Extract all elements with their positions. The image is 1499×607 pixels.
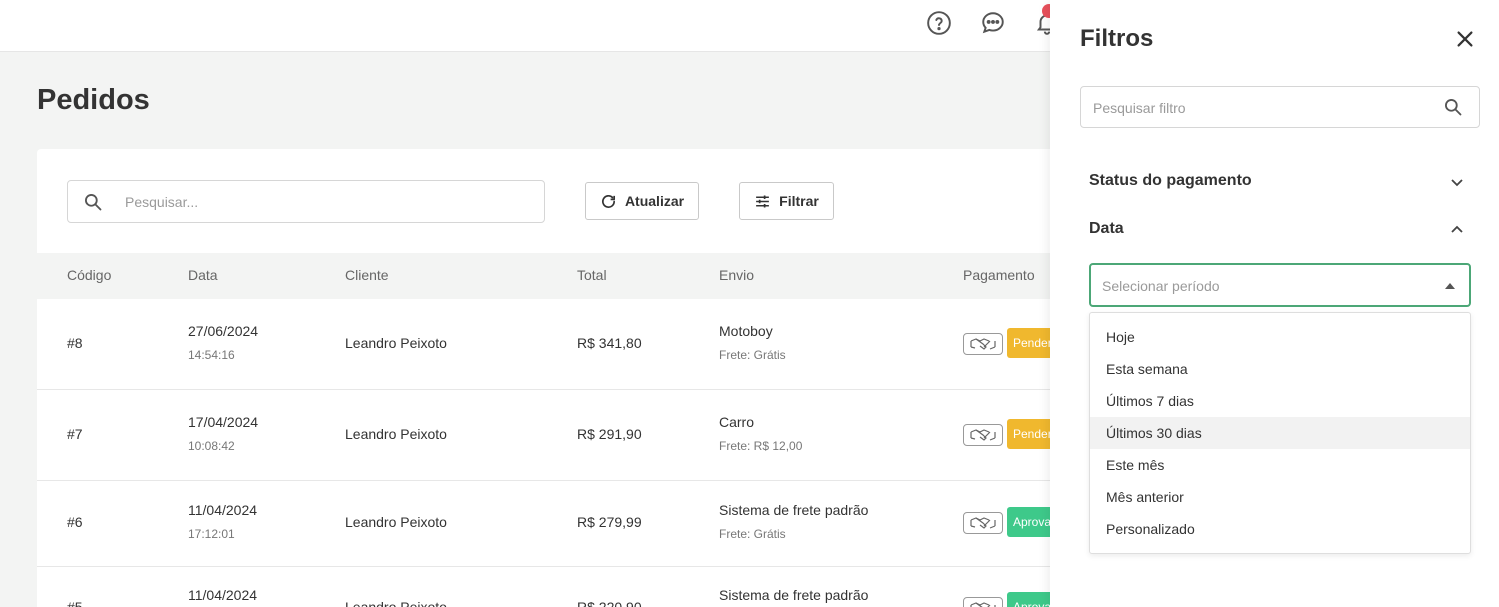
page-title: Pedidos: [37, 84, 150, 116]
column-header-client[interactable]: Cliente: [345, 267, 389, 283]
section-label: Data: [1089, 220, 1124, 237]
refresh-button[interactable]: Atualizar: [585, 182, 699, 220]
order-shipping: Sistema de frete padrão: [719, 587, 869, 603]
order-freight: Frete: R$ 12,00: [719, 439, 803, 453]
order-total: R$ 220,90: [577, 599, 642, 607]
period-dropdown: Hoje Esta semana Últimos 7 dias Últimos …: [1089, 312, 1471, 554]
order-code[interactable]: #8: [67, 335, 83, 351]
order-time: 10:08:42: [188, 439, 235, 453]
period-option-previous-month[interactable]: Mês anterior: [1090, 481, 1470, 513]
order-date: 11/04/2024: [188, 587, 258, 603]
period-option-custom[interactable]: Personalizado: [1090, 513, 1470, 545]
order-shipping: Sistema de frete padrão: [719, 502, 869, 518]
close-icon: [1454, 28, 1480, 50]
sliders-icon: [754, 193, 771, 210]
search-input[interactable]: [125, 191, 525, 213]
order-total: R$ 279,99: [577, 514, 642, 530]
order-client: Leandro Peixoto: [345, 599, 447, 607]
column-header-payment[interactable]: Pagamento: [963, 267, 1035, 283]
period-option-today[interactable]: Hoje: [1090, 321, 1470, 353]
handshake-icon: [963, 424, 1003, 446]
order-date: 17/04/2024: [188, 414, 259, 430]
drawer-title: Filtros: [1080, 25, 1154, 52]
caret-up-icon[interactable]: [1445, 283, 1455, 289]
order-code[interactable]: #6: [67, 514, 83, 530]
order-total: R$ 291,90: [577, 426, 642, 442]
period-input[interactable]: [1102, 275, 1422, 297]
order-client: Leandro Peixoto: [345, 514, 447, 530]
handshake-icon: [963, 333, 1003, 355]
order-freight: Frete: Grátis: [719, 348, 786, 362]
column-header-code[interactable]: Código: [67, 267, 111, 283]
filter-search-input[interactable]: [1093, 97, 1433, 119]
refresh-icon: [600, 193, 617, 210]
period-option-last-30-days[interactable]: Últimos 30 dias: [1090, 417, 1470, 449]
order-date: 11/04/2024: [188, 502, 258, 518]
handshake-icon: [963, 597, 1003, 607]
column-header-total[interactable]: Total: [577, 267, 607, 283]
order-client: Leandro Peixoto: [345, 335, 447, 351]
order-freight: Frete: Grátis: [719, 527, 786, 541]
close-button[interactable]: [1454, 26, 1480, 52]
filter-search-box: [1080, 86, 1480, 128]
chat-icon[interactable]: [980, 10, 1006, 36]
column-header-date[interactable]: Data: [188, 267, 218, 283]
refresh-label: Atualizar: [624, 193, 685, 209]
period-option-last-7-days[interactable]: Últimos 7 dias: [1090, 385, 1470, 417]
section-payment-status[interactable]: Status do pagamento: [1089, 168, 1469, 196]
order-date: 27/06/2024: [188, 323, 259, 339]
search-icon: [83, 192, 103, 212]
section-label: Status do pagamento: [1089, 172, 1252, 189]
filter-button[interactable]: Filtrar: [739, 182, 834, 220]
chevron-up-icon: [1449, 222, 1465, 238]
help-icon[interactable]: [926, 10, 952, 36]
period-option-this-month[interactable]: Este mês: [1090, 449, 1470, 481]
order-total: R$ 341,80: [577, 335, 642, 351]
filter-drawer: Filtros Status do pagamento Data Hoje Es…: [1050, 0, 1499, 607]
order-code[interactable]: #5: [67, 599, 83, 607]
order-time: 14:54:16: [188, 348, 235, 362]
period-select[interactable]: [1089, 263, 1471, 307]
orders-search: [67, 180, 545, 223]
order-shipping: Carro: [719, 414, 755, 430]
column-header-shipping[interactable]: Envio: [719, 267, 754, 283]
order-time: 17:12:01: [188, 527, 235, 541]
handshake-icon: [963, 512, 1003, 534]
search-icon[interactable]: [1443, 97, 1463, 117]
filter-label: Filtrar: [779, 193, 819, 209]
period-option-this-week[interactable]: Esta semana: [1090, 353, 1470, 385]
section-date[interactable]: Data: [1089, 216, 1469, 244]
order-shipping: Motoboy: [719, 323, 773, 339]
chevron-down-icon: [1449, 174, 1465, 190]
order-code[interactable]: #7: [67, 426, 83, 442]
order-client: Leandro Peixoto: [345, 426, 447, 442]
